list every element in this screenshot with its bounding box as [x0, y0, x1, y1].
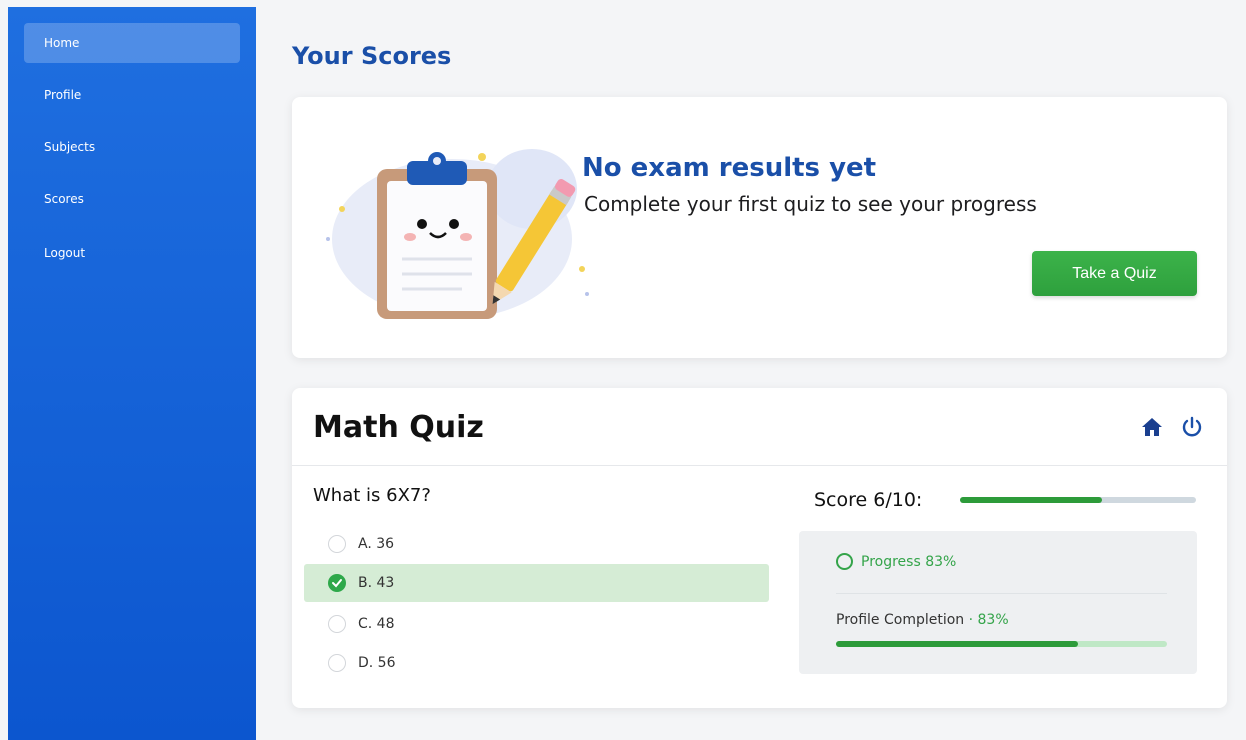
sidebar-item-subjects[interactable]: Subjects [24, 127, 240, 167]
profile-completion-percent: · 83% [968, 612, 1009, 628]
profile-completion-fill [836, 641, 1078, 647]
empty-results-card: No exam results yet Complete your first … [292, 97, 1227, 358]
score-label: Score 6/10: [814, 489, 923, 511]
power-icon[interactable] [1180, 415, 1204, 439]
option-label: C. 48 [358, 616, 395, 632]
quiz-header: Math Quiz [292, 388, 1227, 466]
option-label: B. 43 [358, 575, 395, 591]
radio-icon[interactable] [328, 654, 346, 672]
question-text: What is 6X7? [313, 485, 431, 506]
profile-completion-bar [836, 641, 1167, 647]
score-progress-bar [960, 497, 1196, 503]
sidebar: Home Profile Subjects Scores Logout [8, 7, 256, 740]
progress-stats-panel: Progress 83% Profile Completion · 83% [799, 531, 1197, 674]
sidebar-item-scores[interactable]: Scores [24, 179, 240, 219]
option-label: D. 56 [358, 655, 396, 671]
answer-option-c[interactable]: C. 48 [304, 605, 769, 643]
quiz-title: Math Quiz [313, 410, 484, 445]
radio-icon[interactable] [328, 535, 346, 553]
empty-state-subtitle: Complete your first quiz to see your pro… [584, 192, 1037, 216]
profile-completion-label: Profile Completion [836, 612, 965, 628]
answer-option-a[interactable]: A. 36 [304, 525, 769, 563]
page-title: Your Scores [292, 42, 452, 70]
answer-option-d[interactable]: D. 56 [304, 644, 769, 682]
profile-completion-row: Profile Completion · 83% [836, 612, 1009, 628]
option-label: A. 36 [358, 536, 395, 552]
home-icon[interactable] [1140, 415, 1164, 439]
sidebar-item-profile[interactable]: Profile [24, 75, 240, 115]
sidebar-item-label: Profile [44, 88, 82, 102]
clipboard-pencil-illustration [326, 149, 589, 319]
check-circle-icon[interactable] [328, 574, 346, 592]
progress-label: Progress 83% [861, 553, 957, 570]
math-quiz-card: Math Quiz What is 6X7? A. 36 B. 43 C. 48 [292, 388, 1227, 708]
sidebar-item-label: Home [44, 36, 80, 50]
radio-icon[interactable] [328, 615, 346, 633]
app-root: Home Profile Subjects Scores Logout Your… [0, 0, 1246, 740]
empty-state-title: No exam results yet [582, 153, 877, 183]
score-progress-fill [960, 497, 1102, 503]
progress-ring-icon [836, 553, 853, 570]
progress-row: Progress 83% [836, 553, 956, 570]
answer-option-b[interactable]: B. 43 [304, 564, 769, 602]
divider [836, 593, 1167, 594]
take-quiz-button[interactable]: Take a Quiz [1032, 251, 1197, 296]
sidebar-item-home[interactable]: Home [24, 23, 240, 63]
sidebar-item-label: Logout [44, 246, 86, 260]
sidebar-item-logout[interactable]: Logout [24, 233, 240, 273]
sidebar-item-label: Subjects [44, 140, 96, 154]
sidebar-item-label: Scores [44, 192, 84, 206]
